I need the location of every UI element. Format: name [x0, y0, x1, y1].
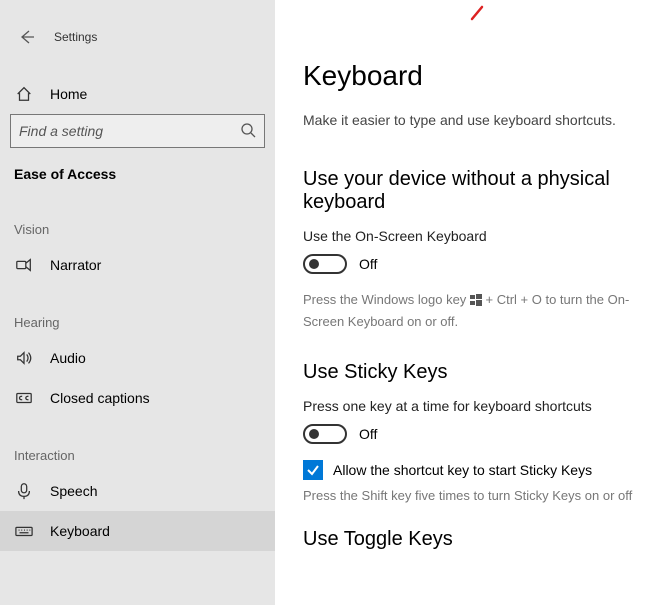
- osk-toggle[interactable]: [303, 254, 347, 274]
- sticky-checkbox-label: Allow the shortcut key to start Sticky K…: [333, 462, 592, 478]
- sidebar-item-label: Speech: [50, 483, 97, 499]
- section-heading-sticky: Use Sticky Keys: [303, 361, 650, 384]
- sidebar-item-closed-captions[interactable]: Closed captions: [0, 378, 275, 418]
- sidebar-item-keyboard[interactable]: Keyboard: [0, 511, 275, 551]
- group-hearing: Hearing: [0, 285, 275, 338]
- sticky-toggle-state: Off: [359, 426, 377, 442]
- sidebar-item-narrator[interactable]: Narrator: [0, 245, 275, 285]
- osk-label: Use the On-Screen Keyboard: [303, 228, 650, 244]
- osk-hint: Press the Windows logo key + Ctrl + O to…: [303, 290, 650, 331]
- section-title: Ease of Access: [0, 162, 275, 192]
- section-heading-togglekeys: Use Toggle Keys: [303, 528, 650, 551]
- osk-toggle-state: Off: [359, 256, 377, 272]
- sidebar-item-label: Keyboard: [50, 523, 110, 539]
- search-input[interactable]: [10, 114, 265, 148]
- sidebar-item-label: Home: [50, 86, 87, 102]
- keyboard-icon: [14, 521, 34, 541]
- main-panel: Keyboard Make it easier to type and use …: [275, 0, 650, 605]
- closed-captions-icon: [14, 388, 34, 408]
- group-interaction: Interaction: [0, 418, 275, 471]
- sidebar: Settings Home Ease of Access Vision Narr…: [0, 0, 275, 605]
- sidebar-item-speech[interactable]: Speech: [0, 471, 275, 511]
- back-icon[interactable]: [18, 28, 36, 46]
- windows-logo-icon: [470, 292, 482, 312]
- narrator-icon: [14, 255, 34, 275]
- window-title: Settings: [54, 30, 97, 44]
- sidebar-item-audio[interactable]: Audio: [0, 338, 275, 378]
- microphone-icon: [14, 481, 34, 501]
- page-title: Keyboard: [303, 60, 650, 92]
- sticky-shortcut-checkbox[interactable]: [303, 460, 323, 480]
- audio-icon: [14, 348, 34, 368]
- sticky-label: Press one key at a time for keyboard sho…: [303, 398, 650, 414]
- search-field[interactable]: [19, 123, 240, 139]
- sidebar-item-label: Audio: [50, 350, 86, 366]
- home-icon: [14, 84, 34, 104]
- sticky-toggle[interactable]: [303, 424, 347, 444]
- sticky-hint: Press the Shift key five times to turn S…: [303, 486, 650, 506]
- group-vision: Vision: [0, 192, 275, 245]
- sidebar-item-label: Closed captions: [50, 390, 150, 406]
- search-icon: [240, 122, 256, 141]
- section-heading-osk: Use your device without a physical keybo…: [303, 168, 650, 214]
- page-subtitle: Make it easier to type and use keyboard …: [303, 112, 650, 128]
- sidebar-item-label: Narrator: [50, 257, 101, 273]
- sidebar-item-home[interactable]: Home: [0, 74, 275, 114]
